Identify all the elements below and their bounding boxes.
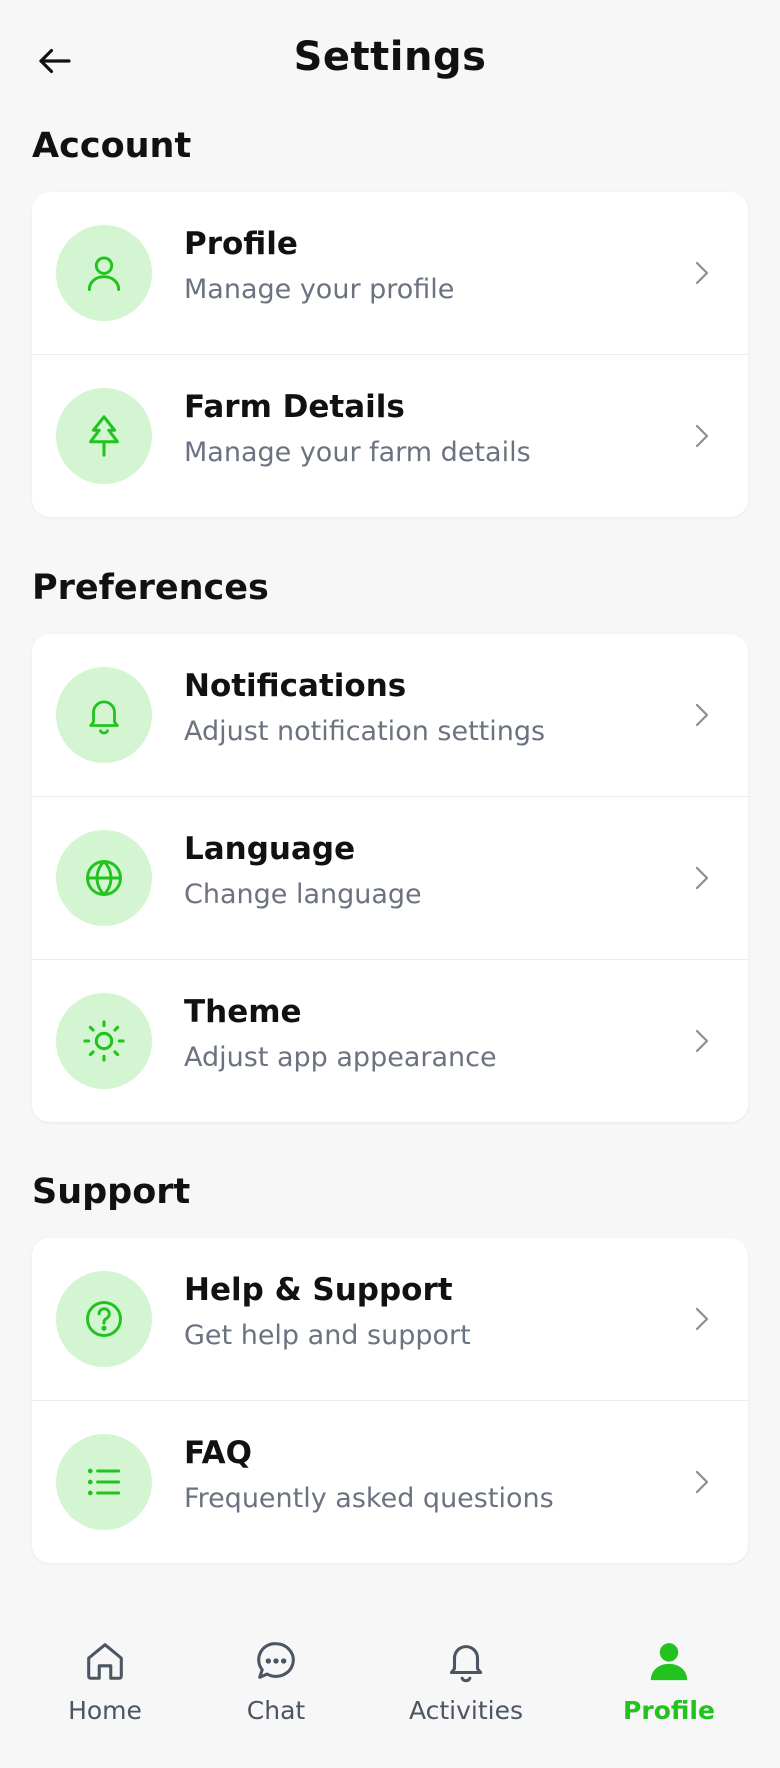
settings-item-theme[interactable]: Theme Adjust app appearance	[32, 960, 748, 1122]
item-title: Help & Support	[184, 1272, 453, 1308]
settings-item-language[interactable]: Language Change language	[32, 797, 748, 960]
item-title: Profile	[184, 226, 298, 262]
home-icon	[87, 1643, 123, 1680]
settings-item-farm-details[interactable]: Farm Details Manage your farm details	[32, 355, 748, 517]
chevron-right-icon	[684, 1301, 720, 1337]
user-icon	[56, 225, 152, 321]
section-title-account: Account	[32, 126, 192, 166]
item-subtitle: Frequently asked questions	[184, 1483, 554, 1514]
bell-icon	[56, 667, 152, 763]
chevron-right-icon	[684, 697, 720, 733]
item-subtitle: Get help and support	[184, 1320, 471, 1351]
item-subtitle: Manage your farm details	[184, 437, 531, 468]
chevron-right-icon	[684, 860, 720, 896]
chevron-right-icon	[684, 1464, 720, 1500]
item-title: FAQ	[184, 1435, 252, 1471]
nav-item-activities[interactable]: Activities	[396, 1638, 536, 1748]
user-filled-icon	[650, 1643, 688, 1681]
header: Settings	[0, 0, 780, 118]
item-subtitle: Adjust notification settings	[184, 716, 546, 747]
nav-item-profile[interactable]: Profile	[599, 1638, 739, 1748]
bottom-nav: Home Chat Activities Profile	[0, 1592, 780, 1768]
settings-item-faq[interactable]: FAQ Frequently asked questions	[32, 1401, 748, 1563]
section-title-support: Support	[32, 1172, 191, 1212]
chat-bubble-icon	[257, 1642, 295, 1679]
chevron-right-icon	[684, 1023, 720, 1059]
item-subtitle: Manage your profile	[184, 274, 455, 305]
nav-label-profile: Profile	[623, 1696, 715, 1725]
section-title-preferences: Preferences	[32, 568, 269, 608]
nav-item-chat[interactable]: Chat	[206, 1638, 346, 1748]
nav-item-home[interactable]: Home	[35, 1638, 175, 1748]
nav-label-activities: Activities	[408, 1696, 524, 1725]
item-title: Theme	[184, 994, 302, 1030]
item-title: Farm Details	[184, 389, 405, 425]
item-title: Notifications	[184, 668, 407, 704]
page-title: Settings	[293, 34, 487, 80]
tree-icon	[56, 388, 152, 484]
list-icon	[56, 1434, 152, 1530]
settings-item-notifications[interactable]: Notifications Adjust notification settin…	[32, 634, 748, 797]
item-subtitle: Adjust app appearance	[184, 1042, 497, 1073]
preferences-card: Notifications Adjust notification settin…	[32, 634, 748, 1122]
settings-item-help-support[interactable]: Help & Support Get help and support	[32, 1238, 748, 1401]
help-circle-icon	[56, 1271, 152, 1367]
sun-icon	[56, 993, 152, 1089]
item-subtitle: Change language	[184, 879, 422, 910]
support-card: Help & Support Get help and support FAQ …	[32, 1238, 748, 1563]
nav-label-chat: Chat	[246, 1696, 306, 1725]
settings-item-profile[interactable]: Profile Manage your profile	[32, 192, 748, 355]
item-title: Language	[184, 831, 356, 867]
account-card: Profile Manage your profile Farm Details…	[32, 192, 748, 517]
chevron-right-icon	[684, 418, 720, 454]
globe-icon	[56, 830, 152, 926]
nav-label-home: Home	[68, 1696, 142, 1725]
chevron-right-icon	[684, 255, 720, 291]
bell-icon	[449, 1645, 483, 1683]
